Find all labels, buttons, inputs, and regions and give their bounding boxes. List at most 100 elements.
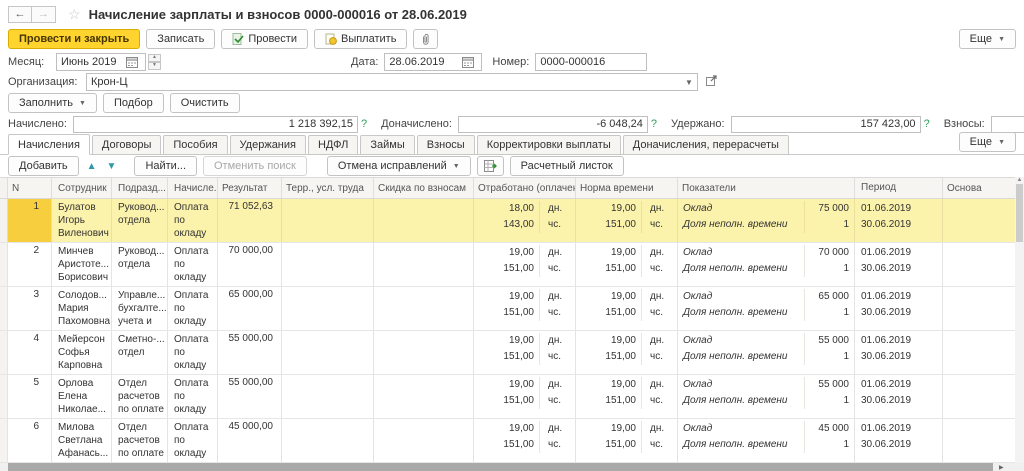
col-header-result[interactable]: Результат [218, 178, 282, 198]
help-question-icon[interactable]: ? [361, 118, 367, 130]
add-row-button[interactable]: Добавить [8, 156, 79, 176]
clear-button[interactable]: Очистить [170, 93, 240, 113]
cell-period[interactable]: 01.06.2019 30.06.2019 [855, 375, 943, 418]
cell-discount[interactable] [374, 287, 474, 330]
cell-territory[interactable] [282, 199, 374, 242]
cell-result[interactable]: 55 000,00 [218, 331, 282, 374]
tab-договоры[interactable]: Договоры [92, 135, 161, 154]
cell-department[interactable]: Отдел расчетов по оплате труда [112, 419, 168, 462]
col-header-territory[interactable]: Терр., усл. труда [282, 178, 374, 198]
recalculate-button[interactable] [477, 156, 504, 176]
cell-employee[interactable]: Милова Светлана Афанась... [52, 419, 112, 462]
cell-discount[interactable] [374, 331, 474, 374]
tab-займы[interactable]: Займы [360, 135, 414, 154]
cell-norm[interactable]: 19,00дн.151,00чс. [576, 199, 678, 242]
cell-n[interactable]: 2 [8, 243, 52, 286]
table-row[interactable]: 4Мейерсон Софья КарповнаСметно-... отдел… [0, 331, 1015, 375]
table-row[interactable]: 1Булатов Игорь ВиленовичРуковод... отдел… [0, 199, 1015, 243]
total-value[interactable]: -6 048,24 [458, 116, 648, 133]
cell-result[interactable]: 55 000,00 [218, 375, 282, 418]
help-question-icon[interactable]: ? [924, 118, 930, 130]
cell-worked[interactable]: 19,00дн.151,00чс. [474, 331, 576, 374]
pick-button[interactable]: Подбор [103, 93, 164, 113]
cell-period[interactable]: 01.06.2019 30.06.2019 [855, 287, 943, 330]
cell-indicators[interactable]: Оклад55 000Доля неполн. времени1 [678, 375, 855, 418]
cell-worked[interactable]: 19,00дн.151,00чс. [474, 419, 576, 462]
cell-territory[interactable] [282, 419, 374, 462]
post-button[interactable]: Провести [221, 29, 308, 49]
cell-n[interactable]: 6 [8, 419, 52, 462]
cell-indicators[interactable]: Оклад55 000Доля неполн. времени1 [678, 331, 855, 374]
favorite-star-icon[interactable]: ☆ [68, 6, 81, 23]
cell-period[interactable]: 01.06.2019 30.06.2019 [855, 331, 943, 374]
scroll-right-icon[interactable]: ▶ [999, 464, 1004, 471]
cell-employee[interactable]: Булатов Игорь Виленович [52, 199, 112, 242]
cell-department[interactable]: Управле... бухгалте... учета и отчетност… [112, 287, 168, 330]
organization-field[interactable] [86, 73, 698, 91]
col-header-basis[interactable]: Основа [943, 178, 1015, 198]
cell-accrual[interactable]: Оплата по окладу [168, 287, 218, 330]
cell-period[interactable]: 01.06.2019 30.06.2019 [855, 419, 943, 462]
cell-accrual[interactable]: Оплата по окладу [168, 419, 218, 462]
tab-доначисления-перерасчеты[interactable]: Доначисления, перерасчеты [623, 135, 789, 154]
save-button[interactable]: Записать [146, 29, 215, 49]
cell-department[interactable]: Руковод... отдела [112, 243, 168, 286]
cell-norm[interactable]: 19,00дн.151,00чс. [576, 243, 678, 286]
cell-norm[interactable]: 19,00дн.151,00чс. [576, 331, 678, 374]
cell-accrual[interactable]: Оплата по окладу [168, 375, 218, 418]
cell-worked[interactable]: 19,00дн.151,00чс. [474, 287, 576, 330]
cell-indicators[interactable]: Оклад70 000Доля неполн. времени1 [678, 243, 855, 286]
tab-ндфл[interactable]: НДФЛ [308, 135, 358, 154]
table-row[interactable]: 6Милова Светлана Афанась...Отдел расчето… [0, 419, 1015, 463]
cell-department[interactable]: Отдел расчетов по оплате труда [112, 375, 168, 418]
more-button-tabs[interactable]: Еще▼ [959, 132, 1016, 152]
tab-начисления[interactable]: Начисления [8, 134, 90, 155]
cell-worked[interactable]: 18,00дн.143,00чс. [474, 199, 576, 242]
move-up-icon[interactable]: ▲ [85, 161, 99, 172]
pay-slip-button[interactable]: Расчетный листок [510, 156, 624, 176]
cell-n[interactable]: 3 [8, 287, 52, 330]
scroll-up-icon[interactable]: ▲ [1015, 177, 1024, 183]
find-button[interactable]: Найти... [134, 156, 197, 176]
col-header-discount[interactable]: Скидка по взносам [374, 178, 474, 198]
cell-territory[interactable] [282, 331, 374, 374]
cell-department[interactable]: Сметно-... отдел [112, 331, 168, 374]
col-header-norm[interactable]: Норма времени [576, 178, 678, 198]
col-header-indicators[interactable]: Показатели [678, 178, 855, 198]
cell-discount[interactable] [374, 375, 474, 418]
cell-basis[interactable] [943, 331, 1015, 374]
col-header-worked[interactable]: Отработано (оплачено) [474, 178, 576, 198]
col-header-department[interactable]: Подразд... [112, 178, 168, 198]
cell-indicators[interactable]: Оклад45 000Доля неполн. времени1 [678, 419, 855, 462]
cell-territory[interactable] [282, 287, 374, 330]
pay-button[interactable]: Выплатить [314, 29, 407, 49]
cell-worked[interactable]: 19,00дн.151,00чс. [474, 243, 576, 286]
table-row[interactable]: 3Солодов... Мария ПахомовнаУправле... бу… [0, 287, 1015, 331]
table-row[interactable]: 5Орлова Елена Николае...Отдел расчетов п… [0, 375, 1015, 419]
tab-пособия[interactable]: Пособия [163, 135, 227, 154]
cell-basis[interactable] [943, 375, 1015, 418]
table-row[interactable]: 2Минчев Аристоте... БорисовичРуковод... … [0, 243, 1015, 287]
col-header-n[interactable]: N [8, 178, 52, 198]
horizontal-scrollbar[interactable]: ▶ [0, 463, 1024, 471]
horizontal-scroll-thumb[interactable] [8, 463, 993, 471]
cell-period[interactable]: 01.06.2019 30.06.2019 [855, 199, 943, 242]
cell-result[interactable]: 45 000,00 [218, 419, 282, 462]
open-link-icon[interactable] [706, 75, 718, 89]
total-value[interactable]: 372 047,41 [991, 116, 1024, 133]
cell-norm[interactable]: 19,00дн.151,00чс. [576, 419, 678, 462]
total-value[interactable]: 1 218 392,15 [73, 116, 358, 133]
cell-indicators[interactable]: Оклад75 000Доля неполн. времени1 [678, 199, 855, 242]
cell-period[interactable]: 01.06.2019 30.06.2019 [855, 243, 943, 286]
cell-basis[interactable] [943, 243, 1015, 286]
cell-indicators[interactable]: Оклад65 000Доля неполн. времени1 [678, 287, 855, 330]
attachments-button[interactable] [413, 29, 438, 49]
cell-discount[interactable] [374, 199, 474, 242]
cell-discount[interactable] [374, 419, 474, 462]
cell-result[interactable]: 71 052,63 [218, 199, 282, 242]
fill-button[interactable]: Заполнить▼ [8, 93, 97, 113]
cell-accrual[interactable]: Оплата по окладу [168, 199, 218, 242]
help-question-icon[interactable]: ? [651, 118, 657, 130]
cell-territory[interactable] [282, 375, 374, 418]
cell-employee[interactable]: Орлова Елена Николае... [52, 375, 112, 418]
